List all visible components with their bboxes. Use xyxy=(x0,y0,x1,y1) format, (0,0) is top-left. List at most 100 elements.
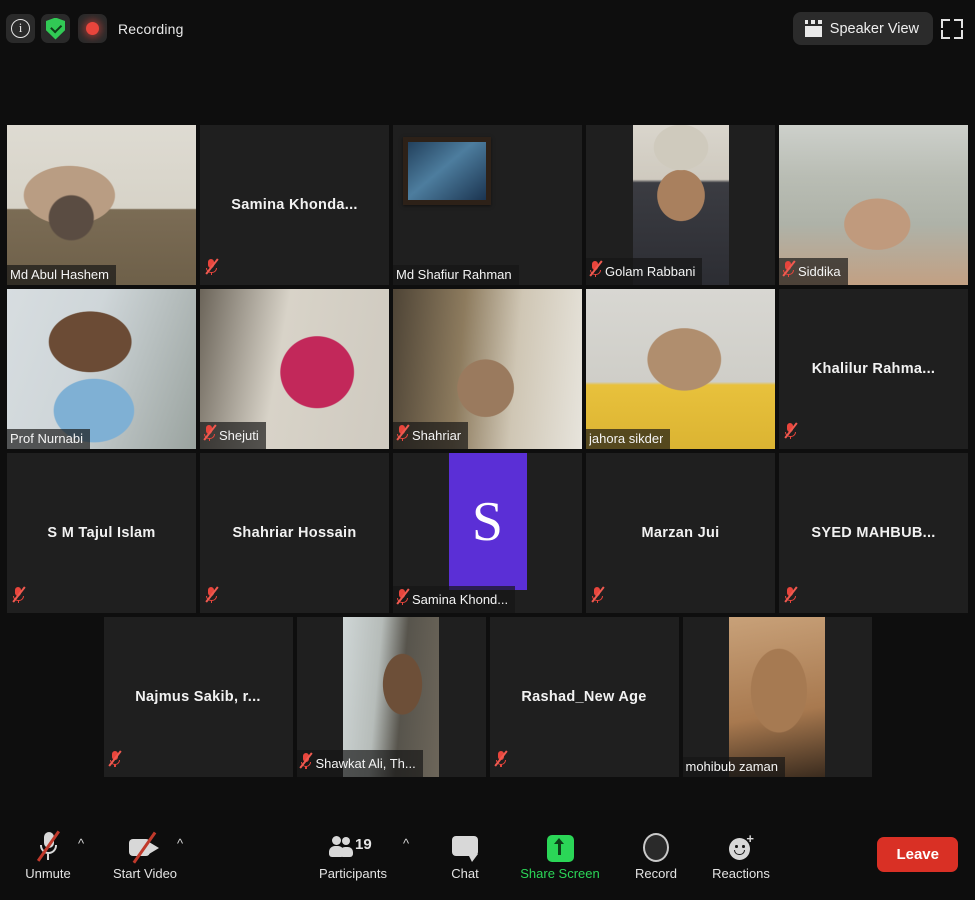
recording-label: Recording xyxy=(118,20,184,37)
participant-tile[interactable]: Marzan Jui xyxy=(586,453,775,613)
participant-tile[interactable]: mohibub zaman xyxy=(682,617,872,777)
record-circle-icon xyxy=(643,824,669,862)
participant-video-grid: Md Abul Hashem Samina Khonda... Md Shafiur… xyxy=(0,125,975,785)
participant-tile[interactable]: SYED MAHBUB... xyxy=(779,453,968,613)
avatar: S xyxy=(448,453,527,590)
participant-tile[interactable]: Shejuti xyxy=(200,289,389,449)
audio-options-chevron-icon[interactable]: ^ xyxy=(78,836,84,851)
participants-label: Participants xyxy=(319,866,387,881)
participant-tile[interactable]: Najmus Sakib, r... xyxy=(103,617,293,777)
chat-bubble-icon xyxy=(452,824,478,862)
participant-name: S M Tajul Islam xyxy=(47,525,156,541)
participant-tile[interactable]: S M Tajul Islam xyxy=(7,453,196,613)
share-screen-button[interactable]: Share Screen xyxy=(512,824,608,881)
mic-muted-icon xyxy=(299,752,313,774)
mic-muted-icon xyxy=(205,258,219,280)
participant-name-chip: Md Shafiur Rahman xyxy=(393,265,519,285)
mic-muted-icon xyxy=(205,586,219,608)
reactions-label: Reactions xyxy=(712,866,770,881)
participant-name-chip: jahora sikder xyxy=(586,429,671,449)
video-options-chevron-icon[interactable]: ^ xyxy=(177,836,183,851)
participant-name: Shahriar Hossain xyxy=(232,525,357,541)
participant-name-chip: Samina Khond... xyxy=(393,586,516,613)
participant-name-chip: Shahriar xyxy=(393,422,469,449)
mic-muted-icon xyxy=(108,750,122,772)
participant-name: SYED MAHBUB... xyxy=(811,525,936,541)
chat-button[interactable]: Chat xyxy=(417,824,513,881)
participant-tile[interactable]: Prof Nurnabi xyxy=(7,289,196,449)
participants-options-chevron-icon[interactable]: ^ xyxy=(403,836,409,851)
participant-tile[interactable]: jahora sikder xyxy=(586,289,775,449)
participant-tile[interactable]: S Samina Khond... xyxy=(393,453,582,613)
participant-name: Md Shafiur Rahman xyxy=(396,267,512,282)
start-video-button[interactable]: Start Video xyxy=(97,824,193,881)
participant-tile[interactable]: Siddika xyxy=(779,125,968,285)
mic-muted-icon xyxy=(396,424,410,446)
participant-tile[interactable]: Samina Khonda... xyxy=(200,125,389,285)
participant-name-chip: Prof Nurnabi xyxy=(7,429,90,449)
leave-button[interactable]: Leave xyxy=(877,837,958,872)
camera-muted-icon xyxy=(129,824,161,864)
speaker-view-button[interactable]: Speaker View xyxy=(792,12,933,45)
participant-video-feed xyxy=(729,617,825,777)
participant-name-chip: mohibub zaman xyxy=(682,757,785,777)
participant-name: Samina Khonda... xyxy=(231,197,358,213)
mic-muted-icon xyxy=(784,586,798,608)
mic-muted-icon xyxy=(494,750,508,772)
participant-name-chip: Shawkat Ali, Th... xyxy=(296,750,423,777)
participant-name: Md Abul Hashem xyxy=(10,267,109,282)
video-grid-row: S M Tajul Islam Shahriar Hossain S Samina K… xyxy=(0,453,975,613)
chat-label: Chat xyxy=(451,866,479,881)
participant-tile[interactable]: Shawkat Ali, Th... xyxy=(296,617,486,777)
mic-muted-icon xyxy=(589,260,603,282)
mic-muted-icon xyxy=(782,260,796,282)
top-bar-right-group: Speaker View xyxy=(792,12,967,45)
participant-name-chip: Siddika xyxy=(779,258,848,285)
participant-tile[interactable]: Khalilur Rahma... xyxy=(779,289,968,449)
participant-tile[interactable]: Rashad_New Age xyxy=(489,617,679,777)
participant-tile[interactable]: Shahriar Hossain xyxy=(200,453,389,613)
participant-name: Shejuti xyxy=(219,427,259,443)
participant-tile[interactable]: Md Abul Hashem xyxy=(7,125,196,285)
speaker-view-grid-icon xyxy=(804,20,822,37)
participant-video-feed xyxy=(7,289,196,449)
mic-muted-icon xyxy=(591,586,605,608)
top-bar-left-group: i Recording xyxy=(6,14,184,43)
meeting-control-toolbar: Unmute ^ Start Video ^ 19 Participants ^… xyxy=(0,810,975,900)
participant-name: Samina Khond... xyxy=(412,591,509,607)
unmute-button[interactable]: Unmute xyxy=(0,824,96,881)
recording-indicator-button[interactable] xyxy=(78,14,107,43)
participant-name: Najmus Sakib, r... xyxy=(135,689,261,705)
participant-video-feed xyxy=(586,289,775,449)
participant-name-chip: Shejuti xyxy=(200,422,266,449)
info-icon: i xyxy=(11,19,30,38)
participant-name-chip: Golam Rabbani xyxy=(586,258,703,285)
mic-muted-icon xyxy=(203,424,217,446)
meeting-info-button[interactable]: i xyxy=(6,14,35,43)
encryption-status-button[interactable] xyxy=(41,14,70,43)
share-screen-label: Share Screen xyxy=(520,866,600,881)
participant-name: Shahriar xyxy=(412,427,462,443)
participants-people-icon: 19 xyxy=(328,824,378,862)
participant-tile[interactable]: Shahriar xyxy=(393,289,582,449)
record-label: Record xyxy=(635,866,677,881)
shield-icon xyxy=(46,17,65,40)
participant-name: Golam Rabbani xyxy=(605,263,696,279)
participant-tile[interactable]: Golam Rabbani xyxy=(586,125,775,285)
reactions-button[interactable]: + Reactions xyxy=(693,824,789,881)
mic-muted-icon xyxy=(12,586,26,608)
video-grid-row: Md Abul Hashem Samina Khonda... Md Shafiur… xyxy=(0,125,975,285)
participant-tile[interactable]: Md Shafiur Rahman xyxy=(393,125,582,285)
participant-name-chip: Md Abul Hashem xyxy=(7,265,116,285)
reactions-smiley-icon: + xyxy=(727,824,755,862)
participants-button[interactable]: 19 Participants xyxy=(305,824,401,881)
record-button[interactable]: Record xyxy=(608,824,704,881)
recording-dot-icon xyxy=(86,22,99,35)
participant-video-feed xyxy=(7,125,196,285)
participant-name: Khalilur Rahma... xyxy=(811,361,936,377)
mic-muted-icon xyxy=(36,824,60,862)
speaker-view-label: Speaker View xyxy=(829,20,919,37)
participants-count-badge: 19 xyxy=(355,836,372,853)
fullscreen-expand-icon[interactable] xyxy=(937,14,967,44)
participant-name: Marzan Jui xyxy=(641,525,720,541)
